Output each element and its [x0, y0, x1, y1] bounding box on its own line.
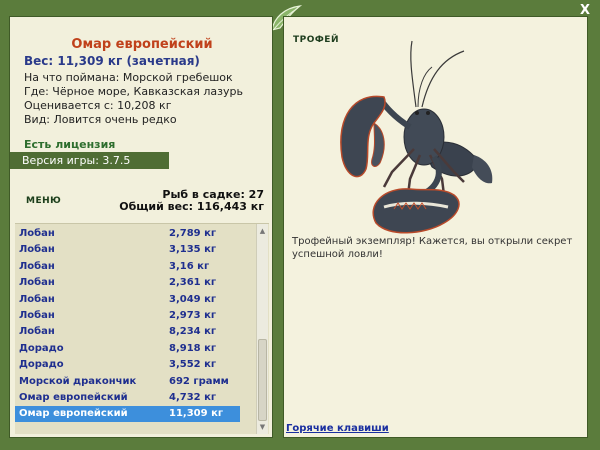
catch-info-panel: Омар европейский Вес: 11,309 кг (зачетна…	[9, 16, 273, 438]
scroll-up-icon[interactable]: ▲	[257, 226, 268, 237]
value-info: Оценивается с: 10,208 кг	[24, 99, 172, 112]
trophy-panel: ТРОФЕЙ Трофейный экземпляр! Кажется, вы …	[283, 16, 588, 438]
fish-entry-name: Лобан	[19, 326, 55, 338]
fish-entry-weight: 3,552 кг	[169, 359, 217, 371]
fish-weight: Вес: 11,309 кг (зачетная)	[24, 54, 200, 68]
fish-entry-name: Дорадо	[19, 342, 64, 354]
list-item[interactable]: Лобан 2,361 кг	[15, 275, 240, 291]
fish-entry-name: Дорадо	[19, 359, 64, 371]
list-item[interactable]: Лобан 8,234 кг	[15, 324, 240, 340]
scrollbar-thumb[interactable]	[258, 339, 267, 421]
fish-entry-name: Лобан	[19, 244, 55, 256]
catch-list: Лобан 2,789 кг Лобан 3,135 кг Лобан 3,16 кг Ло…	[15, 223, 269, 434]
bait-info: На что поймана: Морской гребешок	[24, 71, 233, 84]
license-status: Есть лицензия	[24, 138, 116, 151]
list-item[interactable]: Дорадо 8,918 кг	[15, 341, 240, 357]
list-scrollbar[interactable]: ▲ ▼	[256, 224, 268, 434]
type-info: Вид: Ловится очень редко	[24, 113, 177, 126]
menu-button[interactable]: МЕНЮ	[26, 196, 61, 206]
fish-entry-name: Омар европейский	[19, 408, 128, 420]
keepnet-stats: Рыб в садке: 27 Общий вес: 116,443 кг	[119, 189, 264, 213]
list-item[interactable]: Омар европейский 4,732 кг	[15, 390, 240, 406]
fish-entry-name: Лобан	[19, 277, 55, 289]
fish-entry-name: Лобан	[19, 260, 55, 272]
fish-entry-weight: 3,049 кг	[169, 293, 217, 305]
fish-entry-weight: 3,135 кг	[169, 244, 217, 256]
list-item[interactable]: Лобан 3,049 кг	[15, 292, 240, 308]
total-weight: Общий вес: 116,443 кг	[119, 200, 264, 213]
fish-entry-weight: 4,732 кг	[169, 392, 217, 403]
list-item[interactable]: Омар европейский 11,309 кг	[15, 406, 240, 423]
fish-entry-name: Омар европейский	[19, 392, 128, 403]
fish-entry-weight: 692 грамм	[169, 375, 229, 387]
list-item[interactable]: Лобан 2,789 кг	[15, 226, 240, 242]
list-item[interactable]: Дорадо 3,552 кг	[15, 357, 240, 373]
list-item[interactable]: Морской дракончик 692 грамм	[15, 374, 240, 390]
fish-entry-name: Лобан	[19, 293, 55, 305]
fish-entry-weight: 8,234 кг	[169, 326, 217, 338]
fish-name-title: Омар европейский	[71, 37, 213, 52]
fish-entry-weight: 2,361 кг	[169, 277, 217, 289]
scroll-down-icon[interactable]: ▼	[257, 422, 268, 433]
game-version: Версия игры: 3.7.5	[10, 152, 169, 169]
lobster-image	[340, 40, 493, 234]
location-info: Где: Чёрное море, Кавказская лазурь	[24, 85, 243, 98]
trophy-message: Трофейный экземпляр! Кажется, вы открыли…	[292, 236, 573, 260]
fish-entry-weight: 3,16 кг	[169, 260, 210, 272]
hotkeys-link[interactable]: Горячие клавиши	[286, 423, 389, 434]
fish-entry-name: Лобан	[19, 228, 55, 239]
fish-entry-weight: 11,309 кг	[169, 408, 224, 420]
list-item[interactable]: Лобан 3,135 кг	[15, 242, 240, 258]
fish-entry-name: Морской дракончик	[19, 375, 137, 387]
fish-entry-name: Лобан	[19, 310, 55, 321]
list-item[interactable]: Лобан 3,16 кг	[15, 259, 240, 275]
fish-entry-weight: 2,789 кг	[169, 228, 217, 239]
fish-details: На что поймана: Морской гребешок Где: Чё…	[24, 71, 243, 127]
list-item[interactable]: Лобан 2,973 кг	[15, 308, 240, 324]
fish-entry-weight: 8,918 кг	[169, 342, 217, 354]
game-window: X Омар европейский Вес: 11,309 кг (зачет…	[0, 0, 600, 450]
fish-entry-weight: 2,973 кг	[169, 310, 217, 321]
